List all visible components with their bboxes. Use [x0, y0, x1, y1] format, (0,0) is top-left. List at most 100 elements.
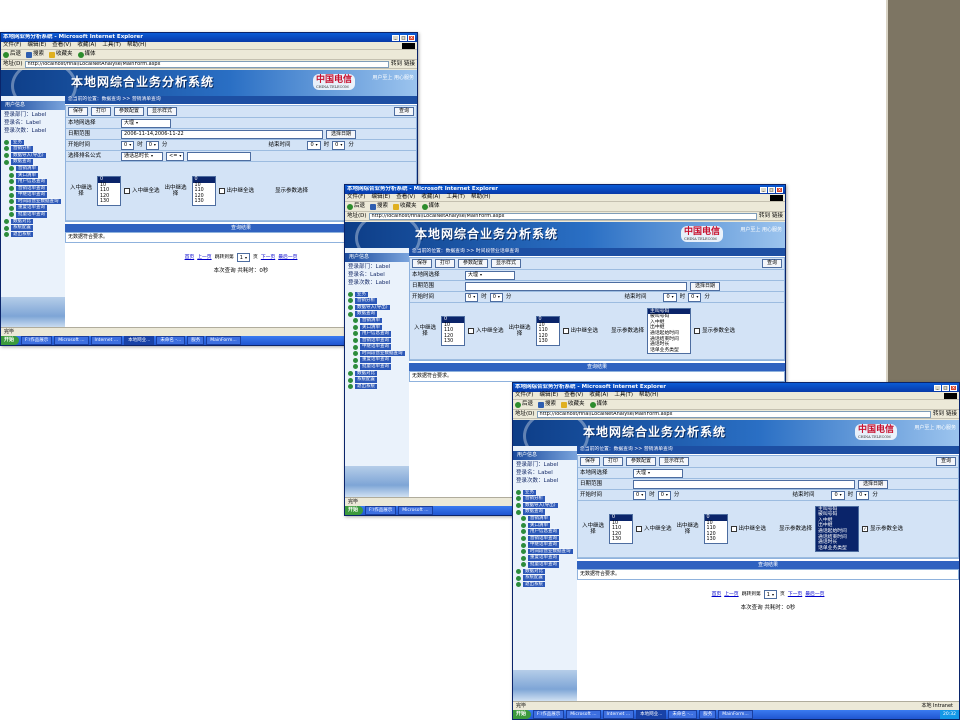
taskbar-item[interactable]: 本地网业... [124, 336, 155, 345]
address-input[interactable]: http://localhost/final/LocalNetAnalyse/M… [536, 410, 931, 418]
display-style-button[interactable]: 显示样式 [147, 107, 178, 116]
menu-tools[interactable]: 工具(T) [614, 392, 633, 398]
back-button[interactable]: 后退 [3, 51, 21, 58]
taskbar-item[interactable]: Microsoft ... [54, 336, 89, 345]
page-select[interactable]: 1 [763, 590, 777, 599]
start-hour-select[interactable]: 0 [633, 490, 647, 500]
nav-item[interactable]: 营销分析 [4, 146, 65, 153]
prev-page-link[interactable]: 上一页 [724, 592, 738, 598]
first-page-link[interactable]: 首页 [185, 255, 195, 261]
end-hour-select[interactable]: 0 [307, 140, 321, 150]
param-config-button[interactable]: 参数配置 [114, 107, 145, 116]
taskbar-item[interactable]: 本地网业... [636, 710, 667, 719]
back-button[interactable]: 后退 [347, 203, 365, 210]
links-button[interactable]: 链接 [404, 61, 415, 67]
prev-page-link[interactable]: 上一页 [197, 255, 211, 261]
nav-item[interactable]: 系统配置 [348, 377, 409, 384]
start-button[interactable]: 开始 [1, 336, 20, 345]
taskbar-item[interactable]: 服务 [699, 710, 717, 719]
taskbar-item[interactable]: Microsoft ... [566, 710, 601, 719]
nav-item[interactable]: 退出系统 [4, 231, 65, 238]
menu-edit[interactable]: 编辑(E) [539, 392, 558, 398]
nav-item[interactable]: 退出系统 [348, 383, 409, 390]
menu-view[interactable]: 查看(V) [564, 392, 583, 398]
minimize-button[interactable]: _ [392, 34, 399, 41]
menu-view[interactable]: 查看(V) [52, 42, 71, 48]
end-minute-select[interactable]: 0 [688, 292, 702, 302]
in-relay-list[interactable]: 0 10 110 120 130 [609, 514, 633, 544]
nav-item[interactable]: 关口清单 [348, 324, 409, 331]
taskbar-item[interactable]: MainForm... [718, 710, 753, 719]
nav-item[interactable]: 业务 [348, 291, 409, 298]
display-all-checkbox[interactable]: ✓ 显示参数全选 [862, 526, 903, 532]
media-button[interactable]: 媒体 [77, 51, 96, 58]
sort-formula-select[interactable]: 通话总时长 [121, 151, 163, 161]
address-input[interactable]: http://localhost/final/LocalNetAnalyse/M… [368, 212, 757, 220]
save-button[interactable]: 保存 [412, 259, 433, 268]
save-button[interactable]: 保存 [580, 457, 601, 466]
display-style-button[interactable]: 显示样式 [491, 259, 522, 268]
nav-item[interactable]: 中继话单查询 [348, 344, 409, 351]
end-minute-select[interactable]: 0 [332, 140, 346, 150]
query-button[interactable]: 查询 [761, 259, 782, 268]
menu-tools[interactable]: 工具(T) [446, 194, 465, 200]
nav-item[interactable]: 时间段营业数据查询 [4, 198, 65, 205]
nav-item[interactable]: 数据对比 [348, 370, 409, 377]
first-page-link[interactable]: 首页 [712, 592, 722, 598]
close-button[interactable]: × [408, 34, 415, 41]
region-select[interactable]: 大理 [633, 468, 683, 478]
favorites-button[interactable]: 收藏夹 [49, 51, 73, 58]
nav-item[interactable]: 用户信息查询 [516, 529, 577, 536]
nav-item[interactable]: 数据查询 [516, 509, 577, 516]
start-minute-select[interactable]: 0 [145, 140, 159, 150]
go-button[interactable]: 转到 [933, 411, 944, 417]
taskbar-item[interactable]: 未命名 -... [156, 336, 186, 345]
display-style-button[interactable]: 显示样式 [659, 457, 690, 466]
menu-tools[interactable]: 工具(T) [102, 42, 121, 48]
out-relay-list[interactable]: 0 10 110 120 130 [703, 514, 728, 544]
date-range-input[interactable] [465, 281, 687, 291]
nav-item[interactable]: 数据查询 [348, 311, 409, 318]
search-button[interactable]: 搜索 [26, 51, 44, 58]
favorites-button[interactable]: 收藏夹 [561, 401, 585, 408]
menu-view[interactable]: 查看(V) [396, 194, 415, 200]
region-select[interactable]: 大理 [465, 270, 515, 280]
close-button[interactable]: × [950, 384, 957, 391]
nav-item[interactable]: 批量话单查询 [4, 212, 65, 219]
go-button[interactable]: 转到 [759, 213, 770, 219]
nav-item[interactable]: 营销清单 [516, 515, 577, 522]
start-minute-select[interactable]: 0 [657, 490, 671, 500]
nav-item[interactable]: 营销话单查询 [348, 337, 409, 344]
nav-item[interactable]: 数据导入(导出) [4, 152, 65, 159]
menu-file[interactable]: 文件(F) [515, 392, 533, 398]
taskbar-item[interactable]: F:\作品展示 [365, 506, 397, 515]
taskbar-item[interactable]: F:\作品展示 [21, 336, 53, 345]
menu-help[interactable]: 帮助(H) [471, 194, 490, 200]
nav-item[interactable]: 关口清单 [516, 522, 577, 529]
query-button[interactable]: 查询 [935, 457, 956, 466]
in-relay-all-checkbox[interactable]: 入中继全选 [636, 526, 672, 532]
window-titlebar[interactable]: 本地网综合业务分析系统 - Microsoft Internet Explore… [513, 383, 959, 392]
close-button[interactable]: × [776, 186, 783, 193]
param-config-button[interactable]: 参数配置 [626, 457, 657, 466]
taskbar-item[interactable]: Internet ... [90, 336, 123, 345]
nav-item[interactable]: 营销清单 [348, 317, 409, 324]
menu-file[interactable]: 文件(F) [3, 42, 21, 48]
query-button[interactable]: 查询 [393, 107, 414, 116]
nav-item[interactable]: 营销分析 [348, 298, 409, 305]
sort-value-input[interactable] [187, 151, 252, 161]
menu-file[interactable]: 文件(F) [347, 194, 365, 200]
next-page-link[interactable]: 下一页 [261, 255, 275, 261]
nav-item[interactable]: 关口清单 [4, 172, 65, 179]
page-select[interactable]: 1 [236, 253, 250, 262]
nav-item[interactable]: 营销清单 [4, 165, 65, 172]
nav-item[interactable]: 数据对比 [516, 568, 577, 575]
favorites-button[interactable]: 收藏夹 [393, 203, 417, 210]
nav-item[interactable]: 数据导入(导出) [516, 502, 577, 509]
out-relay-all-checkbox[interactable]: 出中继全选 [562, 328, 598, 334]
nav-item[interactable]: 中继话单查询 [4, 192, 65, 199]
in-relay-list[interactable]: 0 10 110 120 130 [441, 316, 465, 346]
taskbar-item[interactable]: Internet ... [602, 710, 635, 719]
select-date-button[interactable]: 选择日期 [690, 281, 721, 291]
last-page-link[interactable]: 最后一页 [278, 255, 297, 261]
